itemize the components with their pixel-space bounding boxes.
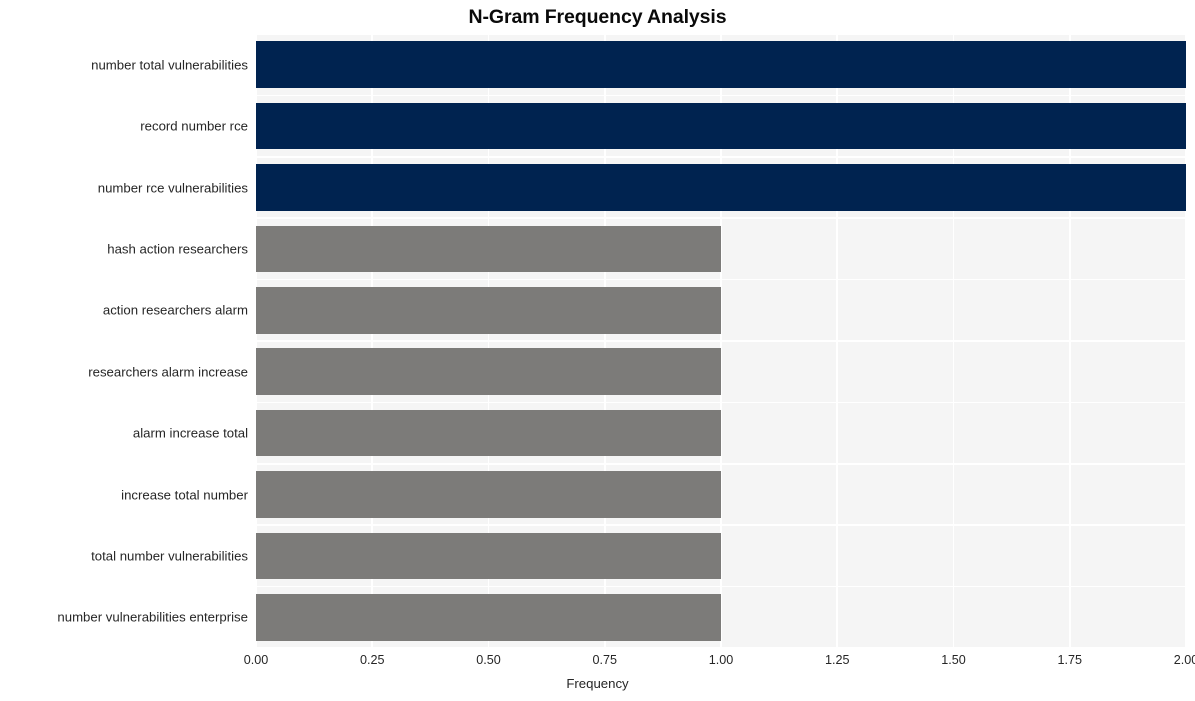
y-tick-label: increase total number xyxy=(121,486,248,502)
x-tick-label: 0.25 xyxy=(359,653,385,667)
gridline-horizontal xyxy=(256,34,1186,35)
bar[interactable] xyxy=(256,409,721,457)
x-tick-label: 1.50 xyxy=(941,653,966,667)
x-tick-label: 2.00 xyxy=(1173,653,1195,667)
x-tick-label: 1.00 xyxy=(708,653,734,667)
gridline-horizontal xyxy=(256,401,1186,404)
bar[interactable] xyxy=(256,532,721,580)
gridline-horizontal xyxy=(256,585,1186,588)
x-tick-label: 0.50 xyxy=(476,653,501,667)
gridline-horizontal xyxy=(256,340,1186,342)
y-axis: number total vulnerabilities record numbe… xyxy=(0,34,248,648)
bar[interactable] xyxy=(256,164,1186,211)
x-tick-label: 0.75 xyxy=(592,653,618,667)
y-tick-label: total number vulnerabilities xyxy=(91,548,248,564)
bar[interactable] xyxy=(256,102,1186,150)
plot-area xyxy=(256,34,1186,648)
x-tick-label: 1.75 xyxy=(1057,653,1083,667)
x-axis: 0.00 0.25 0.50 0.75 1.00 1.25 1.50 1.75 2.00 Fre… xyxy=(0,648,1195,701)
x-tick-label: 0.00 xyxy=(243,653,269,667)
y-tick-label: number rce vulnerabilities xyxy=(97,179,248,195)
y-tick-label: researchers alarm increase xyxy=(88,364,248,380)
x-axis-label: Frequency xyxy=(566,676,629,691)
gridline-horizontal xyxy=(256,463,1186,465)
y-tick-label: number total vulnerabilities xyxy=(91,57,248,73)
bar[interactable] xyxy=(256,348,721,396)
page-title: N-Gram Frequency Analysis xyxy=(468,6,727,28)
gridline-horizontal xyxy=(256,217,1186,219)
gridline-horizontal xyxy=(256,278,1186,281)
x-tick-label: 1.25 xyxy=(824,653,850,667)
gridline-horizontal xyxy=(256,524,1186,526)
bar[interactable] xyxy=(256,225,721,273)
y-tick-label: alarm increase total xyxy=(132,425,248,441)
y-tick-label: record number rce xyxy=(140,118,248,134)
gridline-horizontal xyxy=(256,94,1186,97)
bar[interactable] xyxy=(256,41,1186,89)
bar[interactable] xyxy=(256,471,721,518)
bar[interactable] xyxy=(256,593,721,641)
y-tick-label: number vulnerabilities enterprise xyxy=(57,609,248,625)
y-tick-label: hash action researchers xyxy=(107,241,248,257)
bar[interactable] xyxy=(256,286,721,334)
chart-figure: N-Gram Frequency Analysis number total v… xyxy=(0,0,1195,701)
y-tick-label: action researchers alarm xyxy=(102,302,248,318)
gridline-horizontal xyxy=(256,156,1186,158)
